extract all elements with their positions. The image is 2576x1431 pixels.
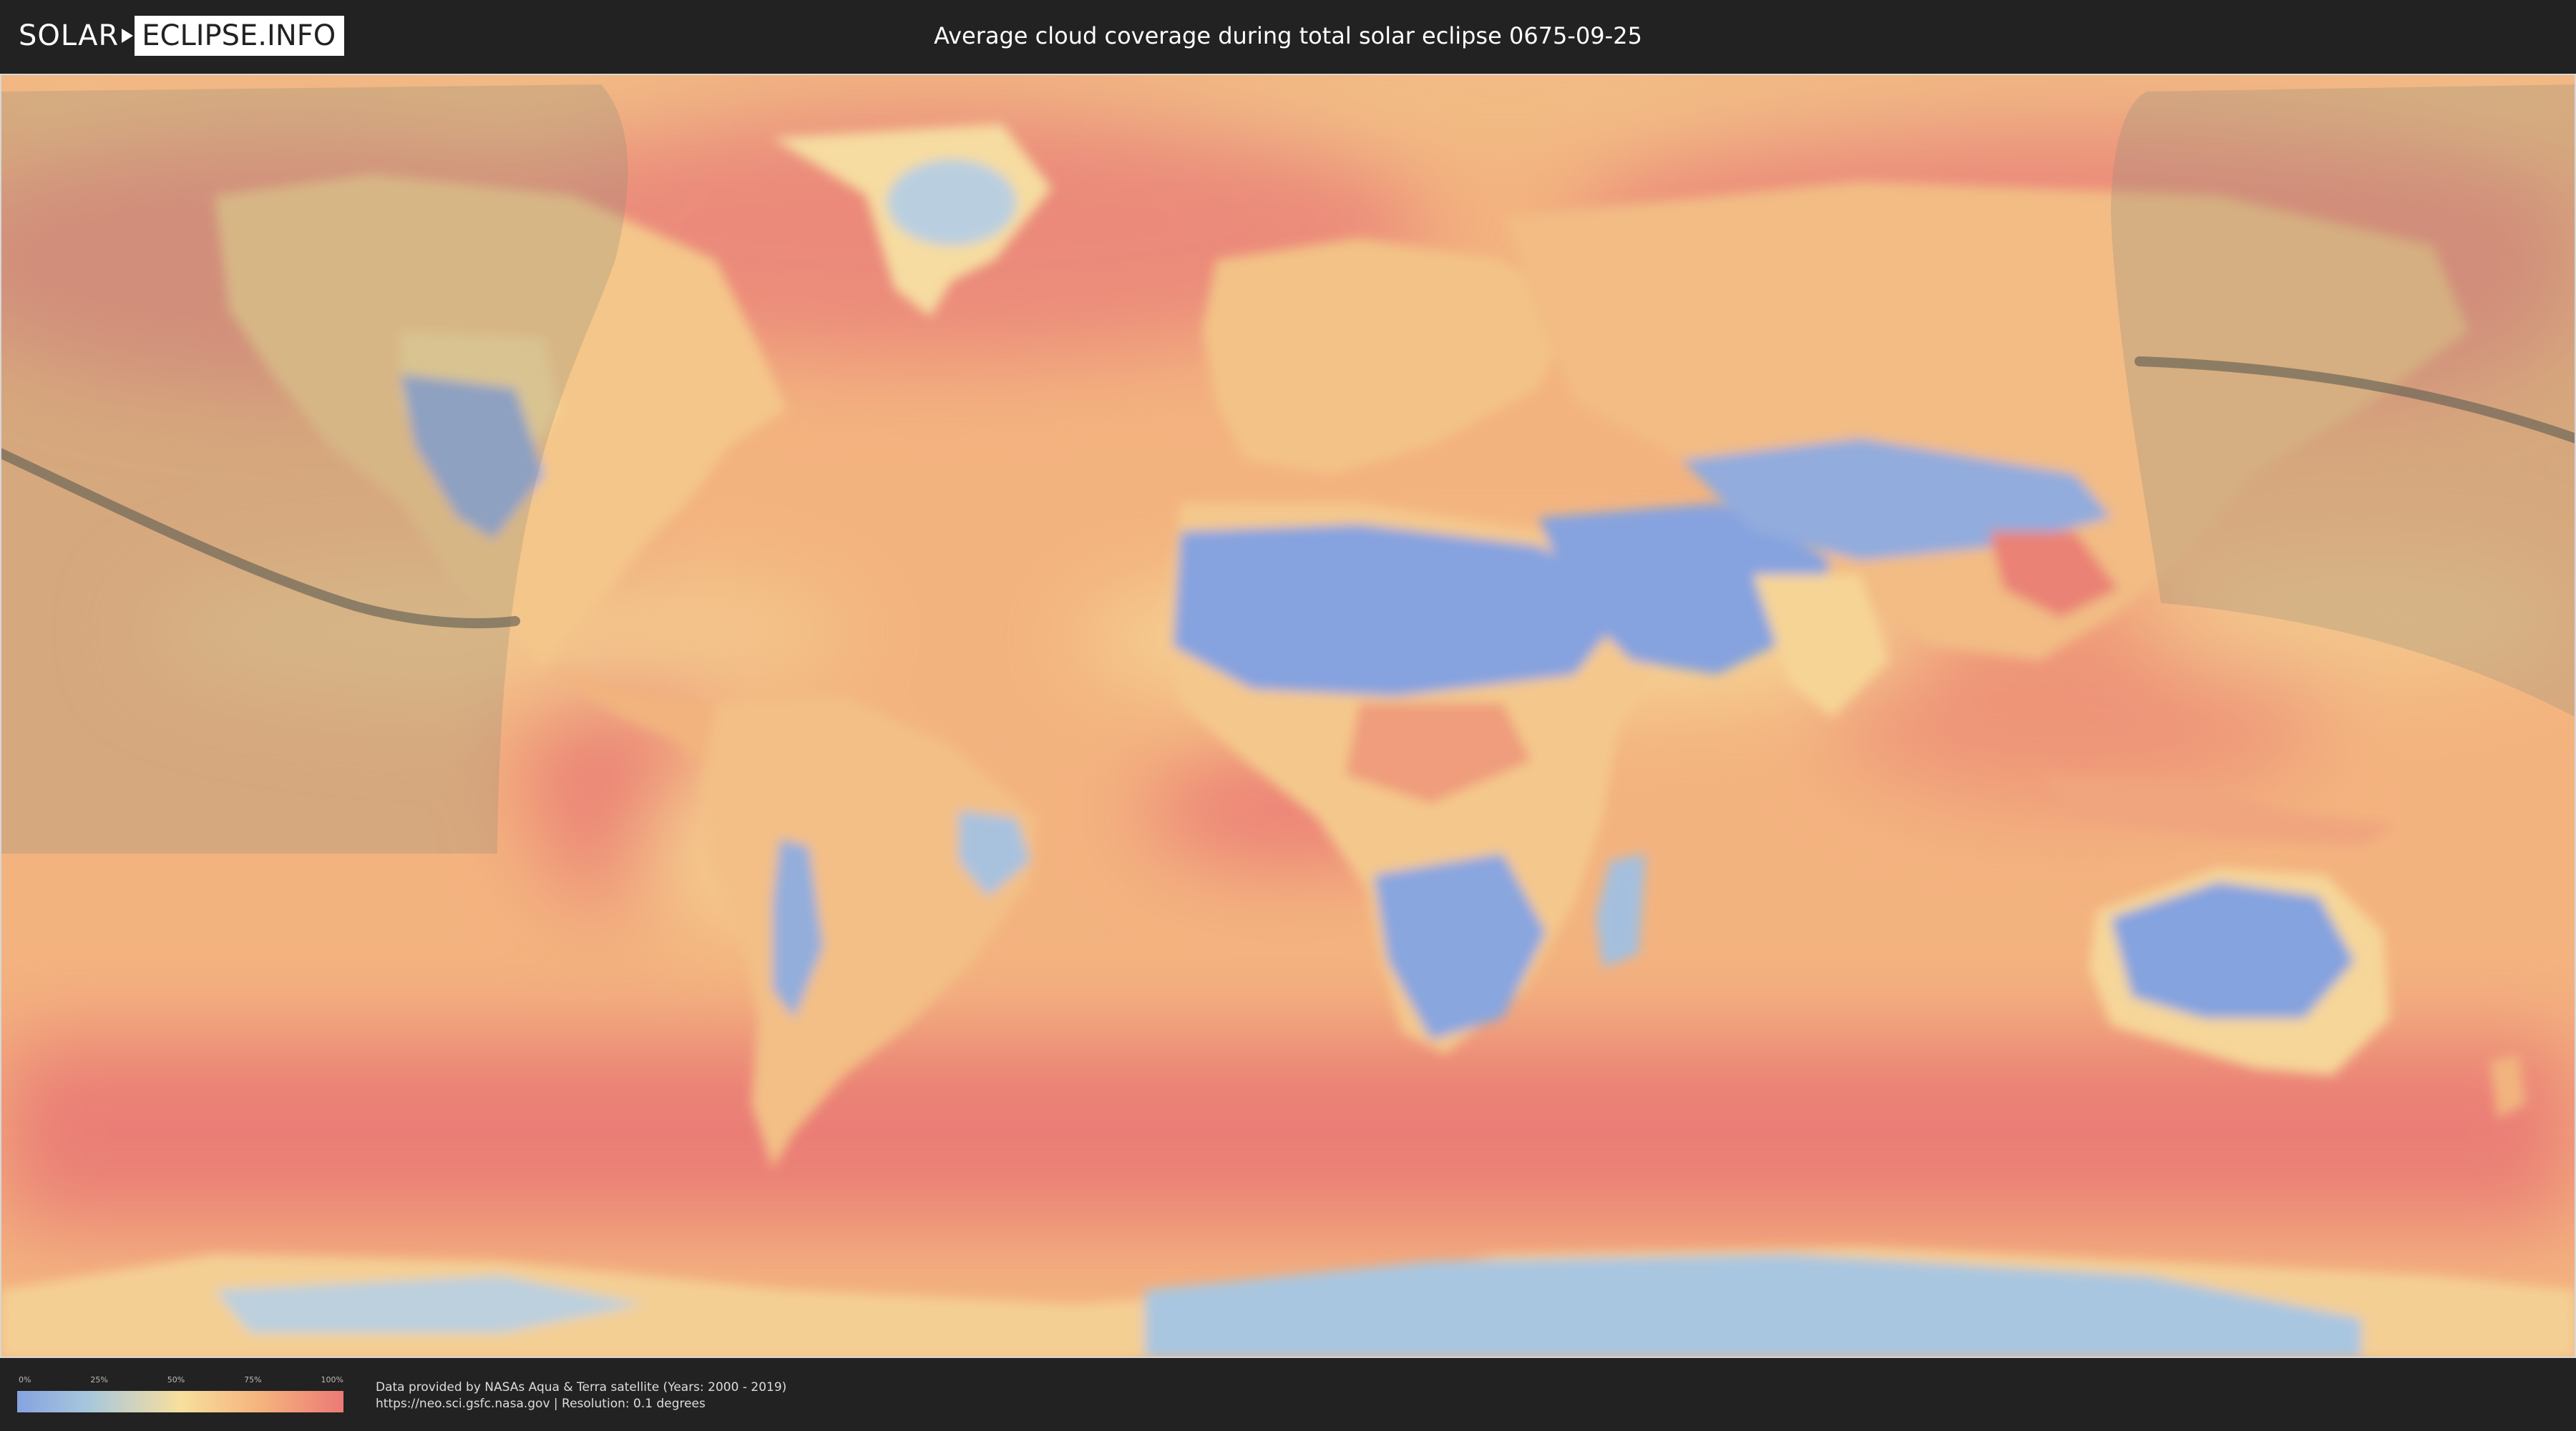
data-source-resolution: https://neo.sci.gsfc.nasa.gov | Resoluti… xyxy=(376,1397,706,1411)
cloud-map[interactable] xyxy=(0,74,2576,1358)
legend-tick-75: 75% xyxy=(244,1375,262,1384)
legend-tick-50: 50% xyxy=(167,1375,185,1384)
header-bar: SOLAR ECLIPSE.INFO Average cloud coverag… xyxy=(0,0,2576,72)
legend-tick-100: 100% xyxy=(321,1375,343,1384)
legend-tick-0: 0% xyxy=(19,1375,31,1384)
data-credit: Data provided by NASAs Aqua & Terra sate… xyxy=(376,1380,787,1395)
cloud-map-canvas xyxy=(0,74,2576,1358)
legend-ticks: 0% 25% 50% 75% 100% xyxy=(19,1375,343,1385)
legend-color-bar xyxy=(17,1391,343,1412)
page-title: Average cloud coverage during total sola… xyxy=(934,22,1642,49)
legend-tick-25: 25% xyxy=(90,1375,108,1384)
